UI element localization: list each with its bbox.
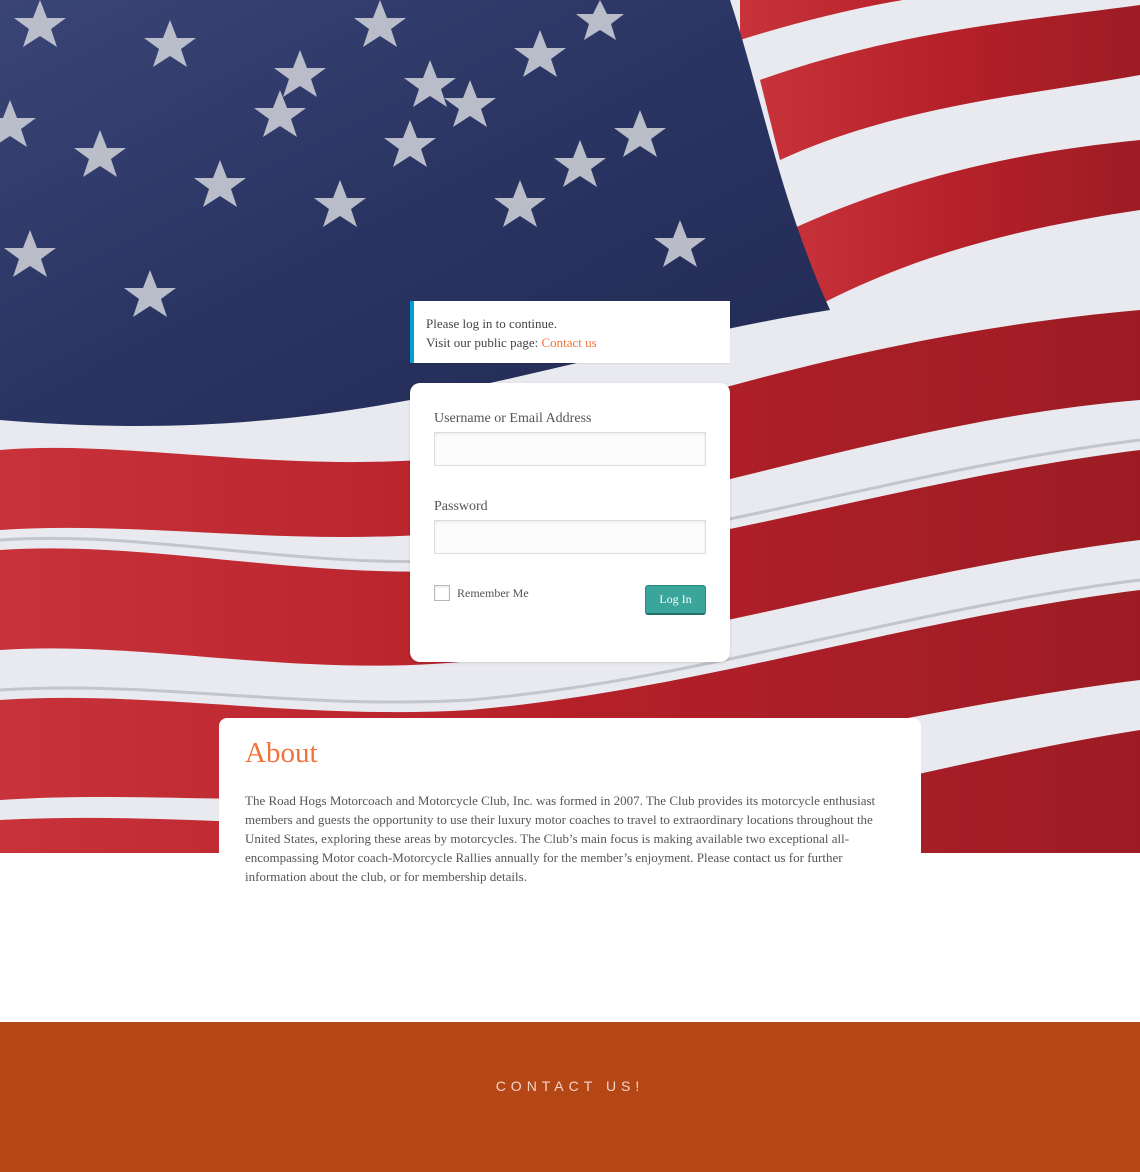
notice-public-page-label: Visit our public page: (426, 335, 542, 350)
notice-message: Please log in to continue. (426, 316, 558, 331)
notice-public-page: Visit our public page: Contact us (426, 333, 730, 352)
username-input[interactable] (434, 432, 706, 466)
password-input[interactable] (434, 520, 706, 554)
log-in-button[interactable]: Log In (645, 585, 706, 615)
remember-me-checkbox[interactable] (434, 585, 450, 601)
login-form: Username or Email Address Password Remem… (410, 383, 730, 662)
username-label: Username or Email Address (434, 411, 592, 426)
remember-me[interactable]: Remember Me (434, 585, 529, 601)
about-title: About (245, 737, 318, 769)
footer-contact-title: CONTACT US! (495, 1078, 645, 1094)
remember-me-label: Remember Me (457, 585, 529, 600)
contact-us-link[interactable]: Contact us (541, 335, 596, 350)
footer: CONTACT US! (0, 1022, 1140, 1172)
password-label: Password (434, 499, 488, 514)
login-notice: Please log in to continue. Visit our pub… (410, 301, 730, 363)
about-body: The Road Hogs Motorcoach and Motorcycle … (245, 793, 876, 884)
about-section: About The Road Hogs Motorcoach and Motor… (219, 718, 921, 918)
